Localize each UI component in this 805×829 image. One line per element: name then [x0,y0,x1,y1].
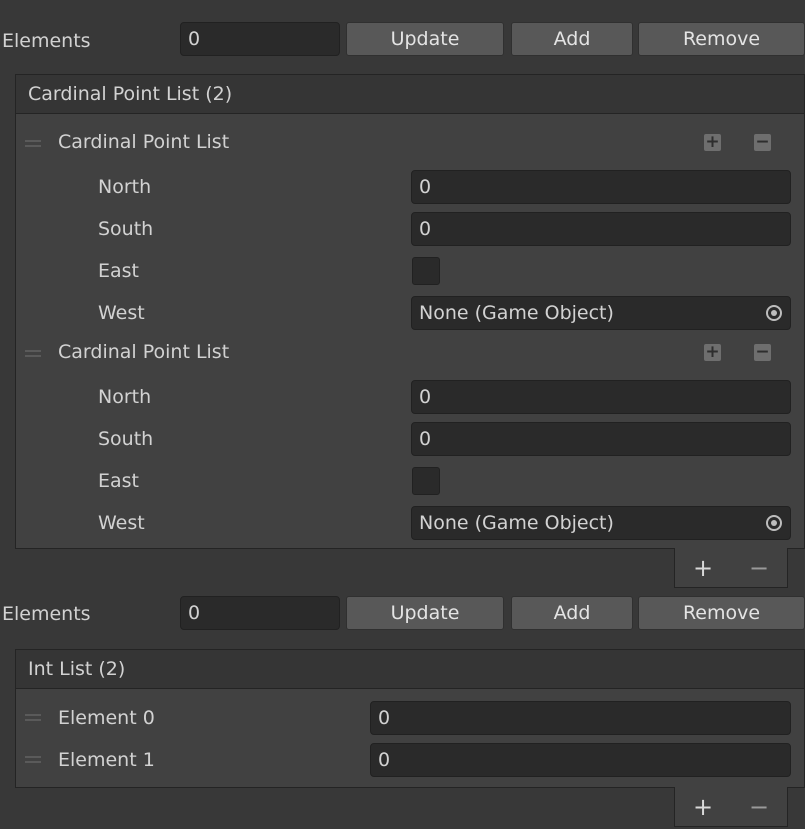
element-1-input[interactable]: 0 [370,743,791,777]
element-title[interactable]: Cardinal Point List [58,343,229,362]
south-label: South [98,428,154,450]
list-header-title: Cardinal Point List (2) [28,83,233,105]
element-title[interactable]: Cardinal Point List [58,133,229,152]
object-picker-icon[interactable] [766,515,782,531]
south-input[interactable]: 0 [411,422,791,456]
elements-label: Elements [2,603,91,625]
elements-toolbar-2: Elements 0 Update Add Remove [0,588,805,648]
elements-count-input[interactable]: 0 [180,596,340,630]
add-element-icon[interactable]: + [704,344,721,361]
elements-count-input[interactable]: 0 [180,22,340,56]
add-button[interactable]: Add [511,596,633,630]
west-label: West [98,512,145,534]
add-element-icon[interactable]: + [704,134,721,151]
update-button[interactable]: Update [346,596,504,630]
drag-handle[interactable] [25,714,41,721]
element-0-input[interactable]: 0 [370,701,791,735]
element-label: Element 1 [58,749,155,771]
footer-add-button[interactable]: + [693,554,713,582]
west-object-field[interactable]: None (Game Object) [411,296,791,330]
north-label: North [98,176,152,198]
list-body-int: Element 0 0 Element 1 0 [15,688,805,788]
add-button[interactable]: Add [511,22,633,56]
west-object-field[interactable]: None (Game Object) [411,506,791,540]
elements-label: Elements [2,30,91,52]
west-label: West [98,302,145,324]
element-label: Element 0 [58,707,155,729]
remove-button[interactable]: Remove [638,22,805,56]
remove-element-icon[interactable]: − [754,344,771,361]
update-button[interactable]: Update [346,22,504,56]
list-footer-cardinal: + − [674,548,788,588]
north-input[interactable]: 0 [411,170,791,204]
east-checkbox[interactable] [412,257,440,285]
drag-handle[interactable] [25,140,41,147]
elements-toolbar-1: Elements 0 Update Add Remove [0,0,805,72]
drag-handle[interactable] [25,350,41,357]
west-object-value: None (Game Object) [419,512,614,534]
list-header-int[interactable]: Int List (2) [15,649,805,689]
south-label: South [98,218,154,240]
remove-button[interactable]: Remove [638,596,805,630]
drag-handle[interactable] [25,756,41,763]
east-label: East [98,260,139,282]
west-object-value: None (Game Object) [419,302,614,324]
remove-element-icon[interactable]: − [754,134,771,151]
list-header-title: Int List (2) [28,658,126,680]
footer-add-button[interactable]: + [693,793,713,821]
east-label: East [98,470,139,492]
object-picker-icon[interactable] [766,305,782,321]
footer-remove-button[interactable]: − [749,554,769,582]
north-label: North [98,386,152,408]
list-footer-int: + − [674,787,788,827]
south-input[interactable]: 0 [411,212,791,246]
east-checkbox[interactable] [412,467,440,495]
north-input[interactable]: 0 [411,380,791,414]
footer-remove-button[interactable]: − [749,793,769,821]
list-header-cardinal[interactable]: Cardinal Point List (2) [15,74,805,114]
list-body-cardinal: Cardinal Point List + − North 0 South 0 … [15,113,805,549]
